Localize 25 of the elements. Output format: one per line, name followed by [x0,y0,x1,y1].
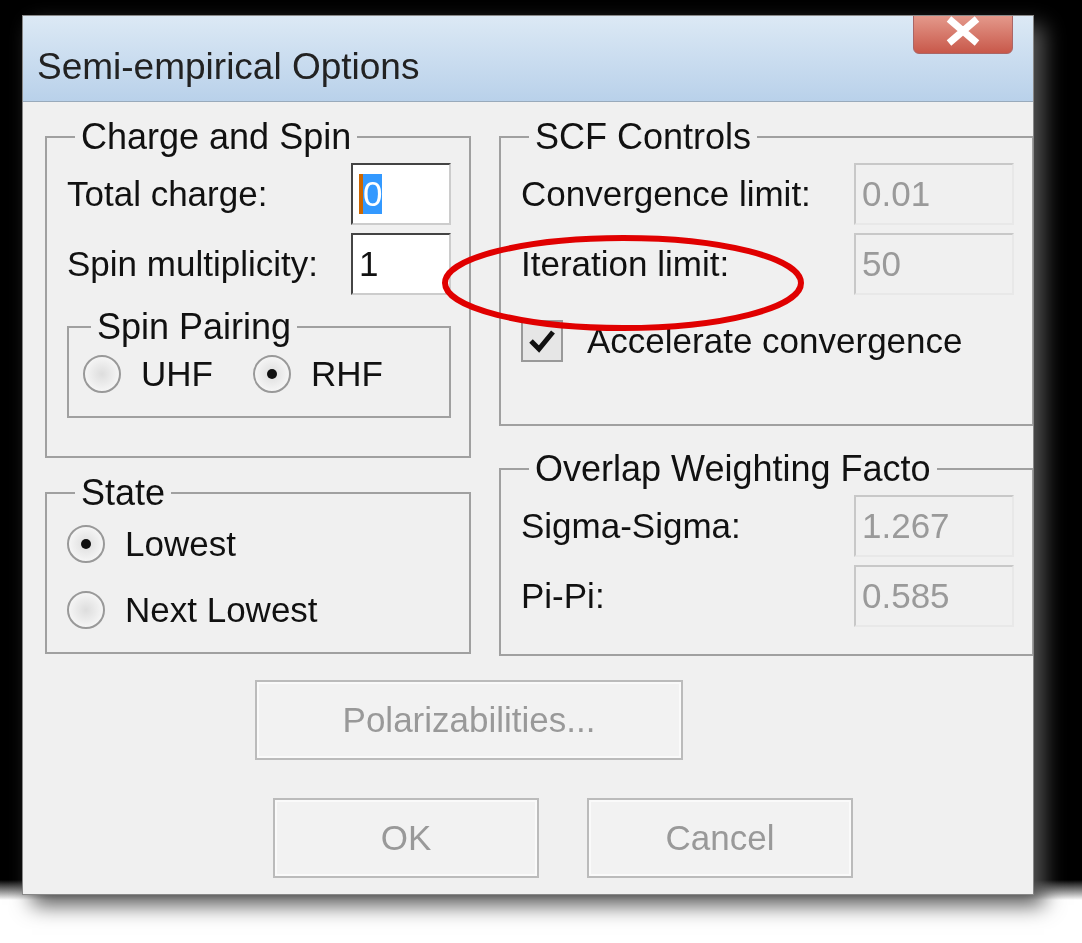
radio-button[interactable] [67,591,105,629]
radio-option[interactable]: Lowest [67,518,451,570]
radio-button[interactable] [252,355,291,393]
group-title: Overlap Weighting Facto [534,448,932,490]
group-title: Spin Pairing [96,306,293,348]
field-label: Iteration limit: [521,244,730,284]
close-button[interactable] [913,16,1013,54]
radio-button[interactable] [83,355,121,393]
input-field[interactable]: 0 [351,163,451,225]
checkbox-option[interactable]: Accelerate convergence [521,320,1014,362]
group-title: State [80,472,167,514]
radio-button[interactable] [67,525,105,563]
field-label: Spin multiplicity: [67,244,318,284]
field-label: Convergence limit: [521,174,811,214]
radio-option[interactable]: UHF [83,348,213,400]
input-field[interactable]: 1 [351,233,451,295]
radio-option[interactable]: Next Lowest [67,584,451,636]
group-title: Charge and Spin [80,116,353,158]
radio-option[interactable]: RHF [252,348,383,400]
group-title: SCF Controls [534,116,753,158]
checkmark-icon [529,329,555,353]
field-label: Total charge: [67,174,268,214]
window-title: Semi-empirical Options [37,46,420,88]
field-label: Sigma-Sigma: [521,506,741,546]
field-label: Pi-Pi: [521,576,605,616]
